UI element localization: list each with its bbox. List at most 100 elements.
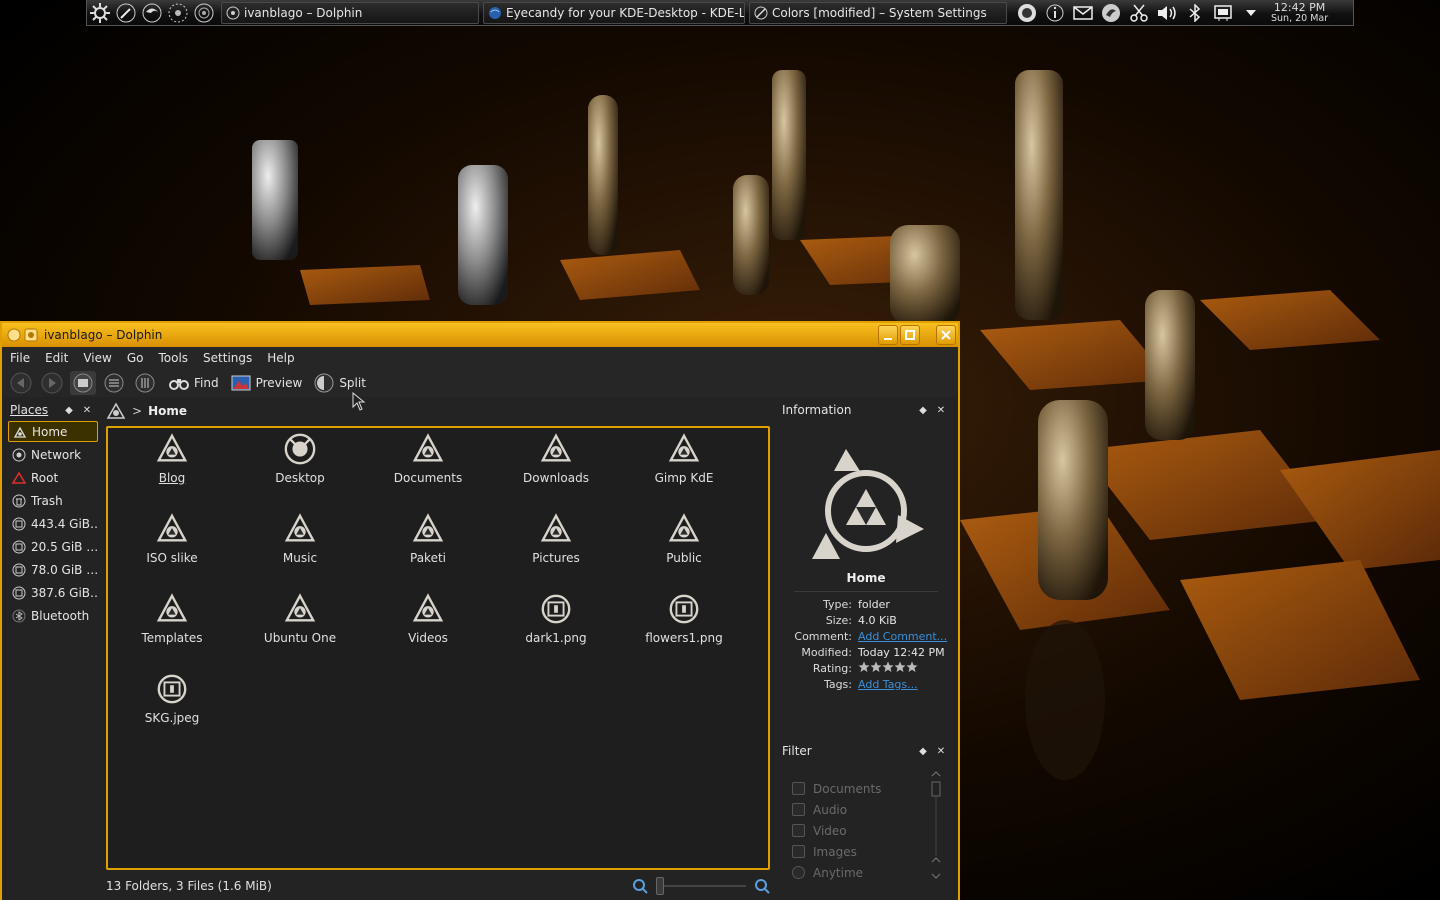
place-item[interactable]: 387.6 GiB… bbox=[8, 582, 98, 603]
place-item[interactable]: Bluetooth bbox=[8, 605, 98, 626]
checkbox[interactable] bbox=[792, 782, 805, 795]
task-browser[interactable]: Eyecandy for your KDE-Desktop - KDE-Lo bbox=[483, 1, 745, 24]
tray-messenger-icon[interactable] bbox=[1097, 1, 1125, 25]
rating-stars[interactable] bbox=[858, 661, 918, 676]
file-item[interactable]: Desktop bbox=[250, 432, 350, 485]
task-dolphin[interactable]: ivanblago – Dolphin bbox=[221, 1, 479, 24]
maximize-button[interactable] bbox=[900, 325, 920, 345]
filter-checkbox-item[interactable]: Images bbox=[778, 841, 954, 862]
menu-tools[interactable]: Tools bbox=[158, 351, 188, 365]
tray-info-icon[interactable] bbox=[1041, 1, 1069, 25]
close-button[interactable] bbox=[936, 325, 956, 345]
filter-checkbox-item[interactable]: Anytime bbox=[778, 862, 954, 883]
menu-file[interactable]: File bbox=[10, 351, 30, 365]
place-item[interactable]: Network bbox=[8, 444, 98, 465]
details-view-button[interactable] bbox=[101, 371, 127, 395]
file-item[interactable]: Ubuntu One bbox=[250, 592, 350, 645]
breadcrumb-current[interactable]: Home bbox=[148, 404, 187, 418]
close-panel-button[interactable]: ✕ bbox=[932, 744, 950, 758]
float-panel-button[interactable]: ◆ bbox=[914, 744, 932, 758]
tray-mail-icon[interactable] bbox=[1069, 1, 1097, 25]
place-label: Root bbox=[31, 470, 59, 485]
menu-help[interactable]: Help bbox=[267, 351, 294, 365]
window-menu-icon[interactable] bbox=[7, 328, 21, 342]
filter-checkbox-item[interactable]: Video bbox=[778, 820, 954, 841]
menu-view[interactable]: View bbox=[83, 351, 111, 365]
float-panel-button[interactable]: ◆ bbox=[60, 403, 78, 417]
close-panel-button[interactable]: ✕ bbox=[78, 403, 96, 417]
app-launcher-5[interactable] bbox=[191, 1, 217, 25]
place-item[interactable]: 443.4 GiB… bbox=[8, 513, 98, 534]
split-button[interactable]: Split bbox=[314, 373, 366, 393]
window-title: ivanblago – Dolphin bbox=[44, 328, 163, 342]
file-item[interactable]: Public bbox=[634, 512, 734, 565]
file-item[interactable]: Pictures bbox=[506, 512, 606, 565]
menu-edit[interactable]: Edit bbox=[45, 351, 68, 365]
zoom-slider-handle[interactable] bbox=[656, 877, 664, 895]
back-button[interactable] bbox=[8, 371, 34, 395]
tray-volume-icon[interactable] bbox=[1153, 1, 1181, 25]
file-item[interactable]: Paketi bbox=[378, 512, 478, 565]
file-name: SKG.jpeg bbox=[144, 711, 200, 725]
float-panel-button[interactable]: ◆ bbox=[914, 403, 932, 417]
zoom-slider[interactable] bbox=[656, 877, 746, 895]
filter-checkbox-item[interactable]: Audio bbox=[778, 799, 954, 820]
checkbox[interactable] bbox=[792, 803, 805, 816]
place-item[interactable]: 20.5 GiB … bbox=[8, 536, 98, 557]
star-icon[interactable] bbox=[906, 661, 918, 673]
tray-network-icon[interactable] bbox=[1209, 1, 1237, 25]
window-titlebar[interactable]: ivanblago – Dolphin bbox=[2, 323, 958, 347]
tray-bluetooth-icon[interactable] bbox=[1181, 1, 1209, 25]
info-link[interactable]: Add Tags... bbox=[858, 678, 918, 691]
file-view[interactable]: Blog Desktop Documents Downloads Gimp KdE ISO… bbox=[106, 426, 770, 870]
checkbox[interactable] bbox=[792, 845, 805, 858]
columns-view-button[interactable] bbox=[132, 371, 158, 395]
forward-button[interactable] bbox=[39, 371, 65, 395]
firefox-launcher[interactable] bbox=[139, 1, 165, 25]
place-item[interactable]: 78.0 GiB … bbox=[8, 559, 98, 580]
filter-scrollbar[interactable] bbox=[930, 770, 942, 888]
close-panel-button[interactable]: ✕ bbox=[932, 403, 950, 417]
checkbox[interactable] bbox=[792, 824, 805, 837]
file-item[interactable]: flowers1.png bbox=[634, 592, 734, 645]
file-item[interactable]: Gimp KdE bbox=[634, 432, 734, 485]
place-item[interactable]: Trash bbox=[8, 490, 98, 511]
find-button[interactable]: Find bbox=[169, 375, 219, 391]
zoom-in-icon[interactable] bbox=[754, 878, 770, 894]
minimize-button[interactable] bbox=[878, 325, 898, 345]
tray-clipboard-icon[interactable] bbox=[1125, 1, 1153, 25]
filter-checkbox-item[interactable]: Documents bbox=[778, 778, 954, 799]
star-icon[interactable] bbox=[882, 661, 894, 673]
preview-button[interactable]: Preview bbox=[231, 375, 302, 391]
file-item[interactable]: SKG.jpeg bbox=[122, 672, 222, 725]
file-item[interactable]: Documents bbox=[378, 432, 478, 485]
zoom-out-icon[interactable] bbox=[632, 878, 648, 894]
app-launcher-4[interactable] bbox=[165, 1, 191, 25]
kde-menu-launcher[interactable] bbox=[87, 1, 113, 25]
menu-go[interactable]: Go bbox=[127, 351, 144, 365]
home-triangle-icon[interactable] bbox=[106, 402, 126, 420]
icons-view-button[interactable] bbox=[70, 371, 96, 395]
info-link[interactable]: Add Comment... bbox=[858, 630, 947, 643]
star-icon[interactable] bbox=[858, 661, 870, 673]
file-item[interactable]: Videos bbox=[378, 592, 478, 645]
tray-expand-button[interactable] bbox=[1237, 1, 1265, 25]
star-icon[interactable] bbox=[870, 661, 882, 673]
system-settings-launcher[interactable] bbox=[113, 1, 139, 25]
tray-app-icon[interactable] bbox=[1013, 1, 1041, 25]
file-item[interactable]: dark1.png bbox=[506, 592, 606, 645]
digital-clock[interactable]: 12:42 PM Sun, 20 Mar bbox=[1271, 2, 1328, 24]
close-icon bbox=[941, 330, 951, 340]
place-item[interactable]: Home bbox=[8, 421, 98, 442]
file-item[interactable]: ISO slike bbox=[122, 512, 222, 565]
file-item[interactable]: Templates bbox=[122, 592, 222, 645]
task-system-settings[interactable]: Colors [modified] – System Settings bbox=[749, 1, 1007, 24]
star-icon[interactable] bbox=[894, 661, 906, 673]
file-item[interactable]: Downloads bbox=[506, 432, 606, 485]
checkbox[interactable] bbox=[792, 866, 805, 879]
place-item[interactable]: Root bbox=[8, 467, 98, 488]
menu-settings[interactable]: Settings bbox=[203, 351, 252, 365]
file-item[interactable]: Blog bbox=[122, 432, 222, 485]
folder-icon bbox=[412, 433, 444, 462]
file-item[interactable]: Music bbox=[250, 512, 350, 565]
